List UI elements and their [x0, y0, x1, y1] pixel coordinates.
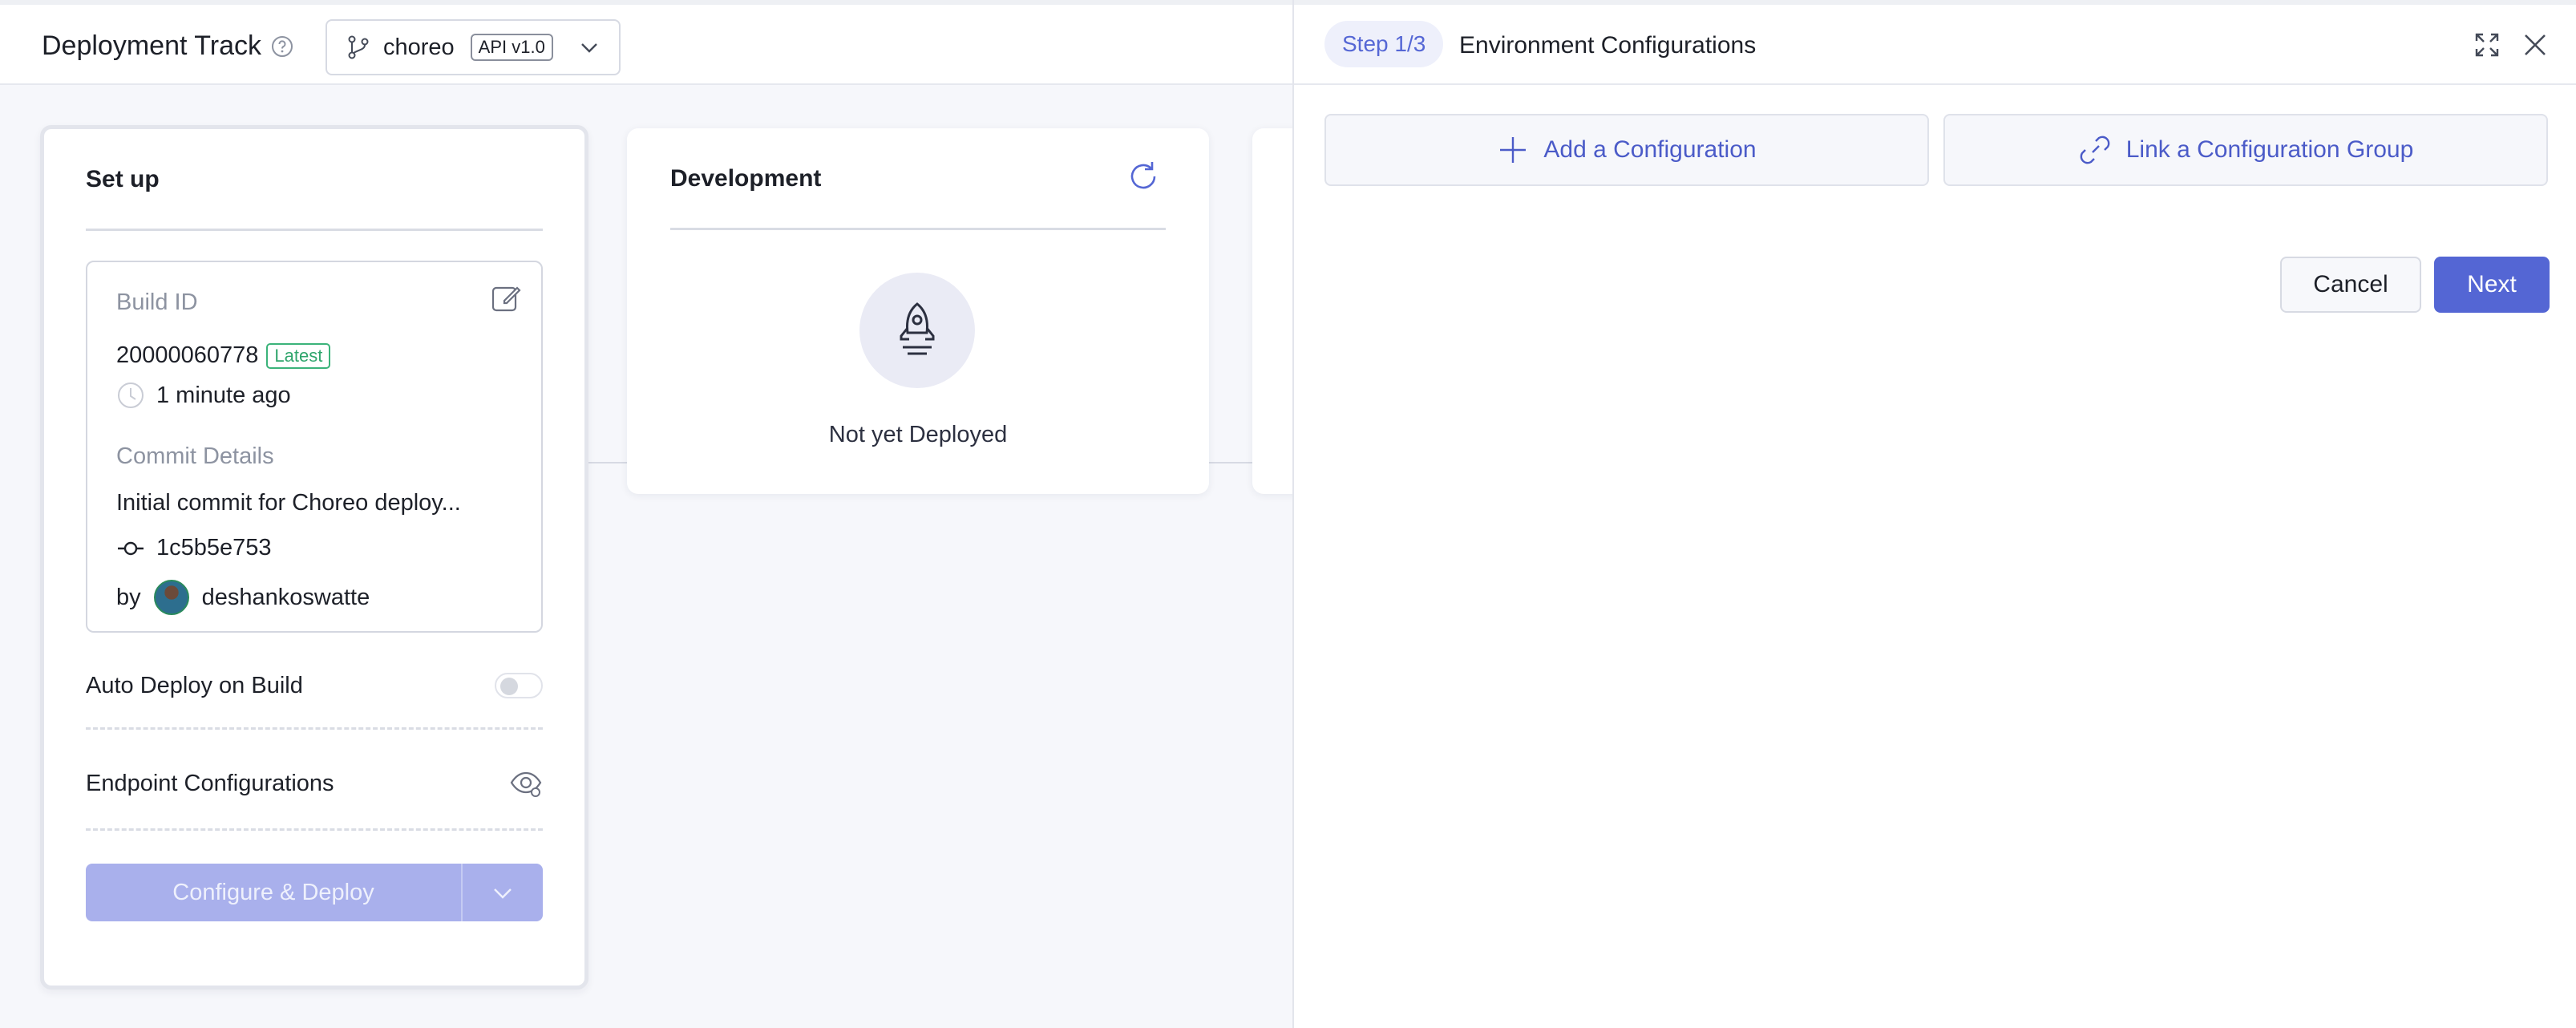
link-icon: [2080, 136, 2110, 164]
stage-connector: [588, 462, 627, 463]
commit-icon: [118, 541, 144, 555]
next-button[interactable]: Next: [2434, 257, 2550, 313]
development-heading: Development: [670, 165, 822, 192]
branch-name: choreo: [383, 34, 455, 60]
build-id-label: Build ID: [116, 289, 198, 315]
rocket-icon: [900, 302, 935, 355]
setup-card: Set up Build ID 20000060778 Latest 1 min…: [40, 125, 588, 990]
deployment-header: Deployment Track choreo API v1.0: [0, 0, 1292, 85]
auto-deploy-toggle[interactable]: [495, 673, 543, 698]
help-icon[interactable]: [269, 34, 295, 59]
git-branch-icon: [348, 35, 369, 59]
divider: [86, 828, 543, 831]
commit-author-row: by deshankoswatte: [116, 580, 370, 615]
auto-deploy-row: Auto Deploy on Build: [86, 662, 543, 710]
panel-title: Environment Configurations: [1459, 32, 1757, 59]
setup-heading: Set up: [86, 166, 160, 192]
environment-config-panel: Step 1/3 Environment Configurations Add …: [1292, 0, 2576, 1028]
commit-message: Initial commit for Choreo deploy...: [116, 490, 461, 516]
rocket-placeholder: [859, 273, 975, 388]
stage-connector: [1209, 462, 1252, 463]
deploy-options-button[interactable]: [461, 864, 543, 921]
branch-selector[interactable]: choreo API v1.0: [326, 19, 621, 75]
build-time-row: 1 minute ago: [116, 381, 291, 410]
configure-deploy-button[interactable]: Configure & Deploy: [86, 864, 543, 921]
configure-deploy-label[interactable]: Configure & Deploy: [86, 864, 461, 921]
divider: [86, 727, 543, 730]
build-time: 1 minute ago: [156, 382, 291, 408]
refresh-icon[interactable]: [1126, 159, 1161, 194]
cancel-button[interactable]: Cancel: [2280, 257, 2421, 313]
build-details: Build ID 20000060778 Latest 1 minute ago…: [86, 261, 543, 633]
commit-hash[interactable]: 1c5b5e753: [156, 535, 272, 561]
avatar: [153, 580, 189, 615]
toggle-knob: [500, 678, 518, 695]
clock-icon: [118, 382, 144, 408]
commit-details-label: Commit Details: [116, 443, 274, 469]
commit-hash-row: 1c5b5e753: [116, 535, 272, 561]
chevron-down-icon: [494, 888, 512, 899]
divider: [670, 228, 1166, 230]
build-id-row: 20000060778 Latest: [116, 342, 331, 369]
endpoint-config-label: Endpoint Configurations: [86, 770, 334, 796]
link-config-group-button[interactable]: Link a Configuration Group: [1943, 114, 2548, 186]
plus-icon: [1500, 137, 1527, 163]
step-indicator: Step 1/3: [1324, 21, 1444, 67]
development-card: Development Not yet Deployed: [627, 128, 1209, 494]
eye-settings-icon[interactable]: [509, 767, 543, 800]
author-name: deshankoswatte: [201, 584, 370, 610]
endpoint-config-row: Endpoint Configurations: [86, 759, 543, 807]
add-configuration-button[interactable]: Add a Configuration: [1324, 114, 1929, 186]
page-title-text: Deployment Track: [42, 30, 261, 61]
chevron-down-icon[interactable]: [577, 35, 601, 59]
build-id-value: 20000060778: [116, 342, 259, 368]
latest-badge: Latest: [266, 342, 331, 369]
page-title: Deployment Track: [42, 30, 295, 62]
api-version-badge: API v1.0: [470, 34, 553, 61]
add-configuration-label: Add a Configuration: [1543, 136, 1757, 163]
close-icon[interactable]: [2519, 29, 2551, 61]
auto-deploy-label: Auto Deploy on Build: [86, 672, 303, 698]
expand-icon[interactable]: [2473, 30, 2501, 59]
edit-icon[interactable]: [488, 281, 524, 317]
panel-header: Step 1/3 Environment Configurations: [1294, 0, 2576, 85]
author-prefix: by: [116, 584, 141, 610]
link-config-group-label: Link a Configuration Group: [2125, 136, 2414, 163]
divider: [86, 229, 543, 231]
deployment-status: Not yet Deployed: [828, 422, 1008, 447]
